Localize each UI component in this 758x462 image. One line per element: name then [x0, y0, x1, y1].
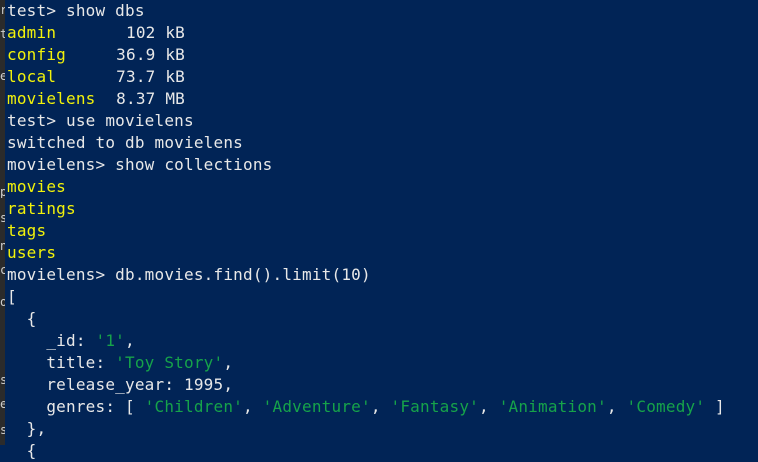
db-row: movielens 8.37 MB [7, 88, 758, 110]
prompt-line: movielens> show collections [7, 155, 273, 174]
doc-field-year: release_year: 1995, [7, 375, 234, 394]
field-key: title: [7, 353, 116, 372]
array-open: [ [7, 287, 17, 306]
db-row: config 36.9 kB [7, 44, 758, 66]
gutter-char: s [0, 424, 5, 436]
doc-field-title: title: 'Toy Story', [7, 353, 234, 372]
db-size: 8.37 MB [116, 89, 185, 108]
genre-value: 'Children' [144, 397, 243, 416]
collection-item: ratings [7, 199, 76, 218]
field-value: 'Toy Story' [115, 353, 224, 372]
doc-field-genres: genres: [ 'Children', 'Adventure', 'Fant… [7, 397, 725, 416]
left-gutter: r t e p s n c o s e s [0, 0, 5, 445]
genre-value: 'Animation' [498, 397, 607, 416]
gutter-char: c [0, 264, 5, 276]
db-name: config [7, 45, 66, 64]
collection-item: users [7, 243, 57, 262]
doc-close: }, [7, 419, 47, 438]
db-name: admin [7, 23, 57, 42]
terminal-output[interactable]: test> show dbs admin 102 kB config 36.9 kB… [7, 0, 758, 462]
db-name: local [7, 67, 57, 86]
db-name: movielens [7, 89, 96, 108]
gutter-char: t [0, 28, 5, 40]
doc-field-id: _id: '1', [7, 331, 135, 350]
field-key: genres: [ [7, 397, 145, 416]
collection-item: tags [7, 221, 47, 240]
doc-open: { [7, 441, 37, 460]
field-key: _id: [7, 331, 96, 350]
db-row: admin 102 kB [7, 22, 758, 44]
gutter-char: p [0, 186, 5, 198]
gutter-char: e [0, 398, 5, 410]
db-size: 102 kB [126, 23, 185, 42]
gutter-char: r [0, 4, 5, 16]
db-size: 73.7 kB [116, 67, 185, 86]
gutter-char: o [0, 296, 5, 308]
gutter-char: s [0, 212, 5, 224]
genre-value: 'Fantasy' [390, 397, 480, 416]
gutter-char: s [0, 374, 5, 386]
prompt-line: movielens> db.movies.find().limit(10) [7, 265, 371, 284]
gutter-char: n [0, 240, 5, 252]
db-size: 36.9 kB [116, 45, 185, 64]
field-key: release_year: [7, 375, 184, 394]
field-value: '1' [95, 331, 125, 350]
gutter-char: e [0, 70, 5, 82]
output-line: switched to db movielens [7, 133, 243, 152]
db-row: local 73.7 kB [7, 66, 758, 88]
prompt-line: test> show dbs [7, 1, 145, 20]
prompt-line: test> use movielens [7, 111, 194, 130]
collection-item: movies [7, 177, 66, 196]
genre-value: 'Adventure' [262, 397, 371, 416]
genre-value: 'Comedy' [626, 397, 706, 416]
doc-open: { [7, 309, 37, 328]
field-value: 1995 [184, 375, 224, 394]
